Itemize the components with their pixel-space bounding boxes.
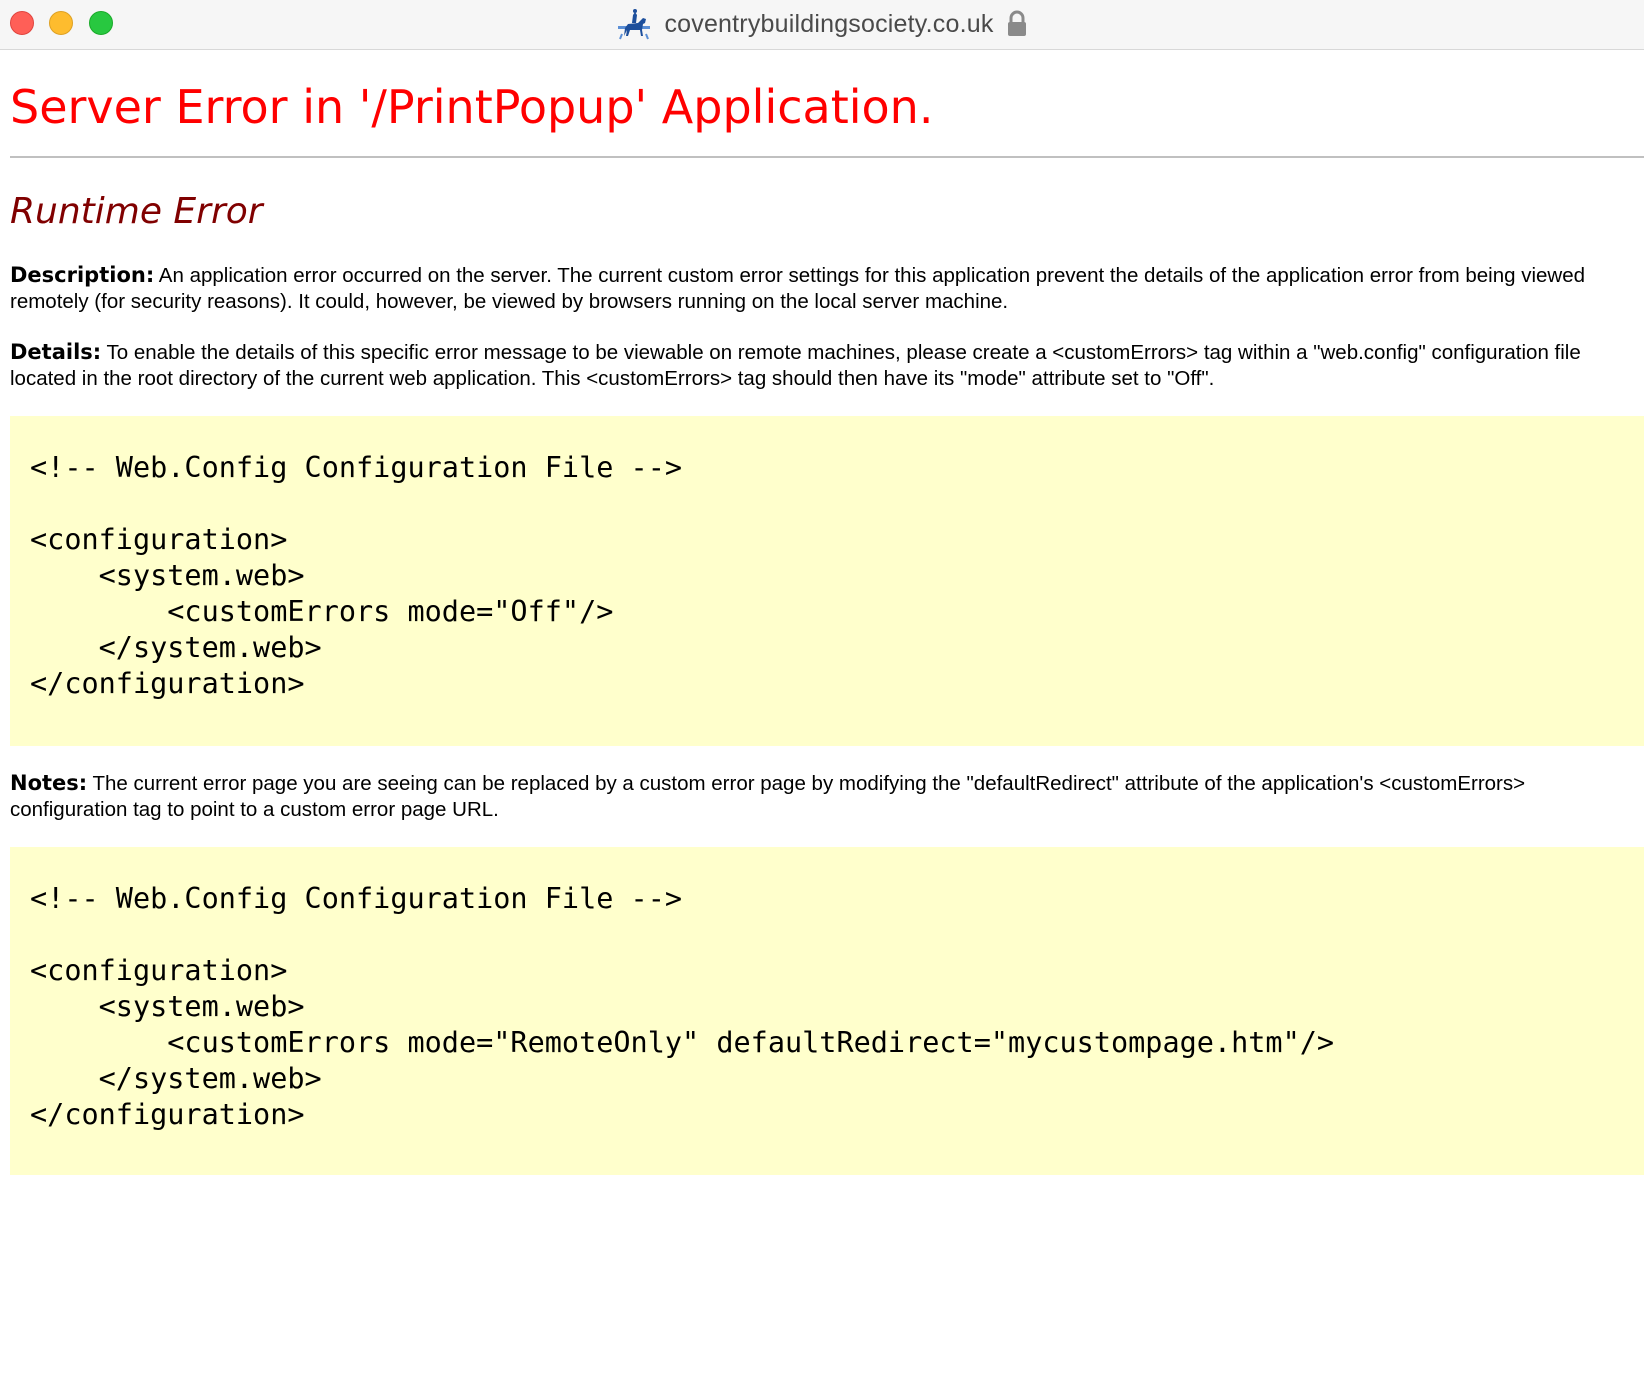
details-paragraph: Details: To enable the details of this s… [10, 339, 1644, 392]
description-paragraph: Description: An application error occurr… [10, 262, 1644, 315]
url-text[interactable]: coventrybuildingsociety.co.uk [664, 10, 993, 39]
description-label: Description: [10, 263, 155, 287]
details-text: To enable the details of this specific e… [10, 341, 1581, 390]
config-code-block-off: <!-- Web.Config Configuration File --> <… [10, 416, 1644, 746]
notes-paragraph: Notes: The current error page you are se… [10, 770, 1644, 823]
error-page: Server Error in '/PrintPopup' Applicatio… [10, 50, 1644, 1175]
notes-label: Notes: [10, 771, 88, 795]
config-code-block-remoteonly: <!-- Web.Config Configuration File --> <… [10, 847, 1644, 1175]
page-title: Server Error in '/PrintPopup' Applicatio… [10, 80, 934, 134]
lock-icon [1007, 10, 1026, 36]
browser-titlebar: coventrybuildingsociety.co.uk [0, 0, 1644, 50]
divider [10, 156, 1644, 158]
horse-rider-logo-icon [618, 9, 651, 40]
error-subtitle: Runtime Error [10, 191, 263, 232]
address-bar[interactable]: coventrybuildingsociety.co.uk [0, 0, 1644, 48]
notes-text: The current error page you are seeing ca… [10, 772, 1526, 821]
config-code-off: <!-- Web.Config Configuration File --> <… [30, 451, 683, 700]
config-code-remoteonly: <!-- Web.Config Configuration File --> <… [30, 882, 1335, 1131]
details-label: Details: [10, 340, 102, 364]
description-text: An application error occurred on the ser… [10, 264, 1586, 313]
